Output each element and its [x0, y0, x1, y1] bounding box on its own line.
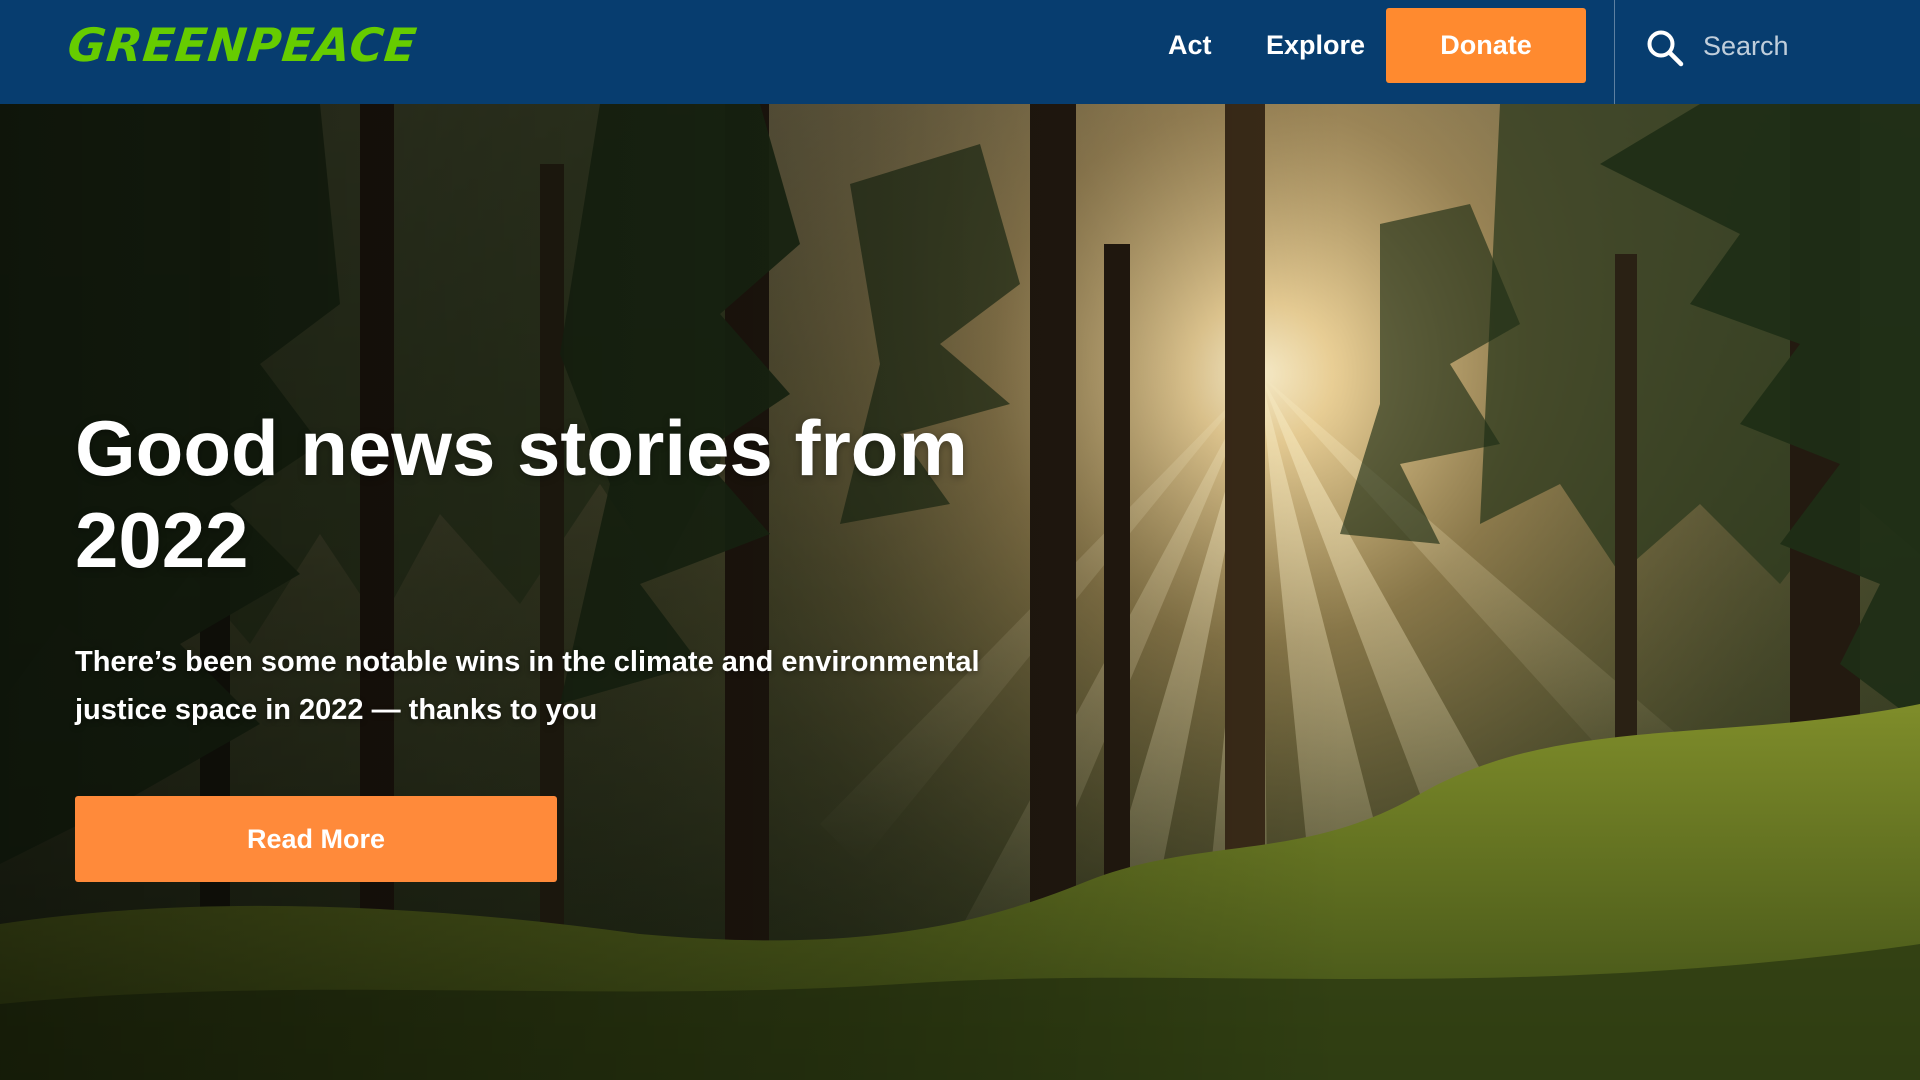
search-box[interactable]: [1615, 0, 1920, 104]
hero-title: Good news stories from 2022: [75, 404, 968, 584]
search-icon[interactable]: [1645, 28, 1685, 68]
nav-act-link[interactable]: Act: [1168, 28, 1212, 62]
nav-explore-link[interactable]: Explore: [1266, 28, 1365, 62]
site-header: GREENPEACE Act Explore Donate: [0, 0, 1920, 104]
read-more-button[interactable]: Read More: [75, 796, 557, 882]
search-input[interactable]: [1701, 26, 1901, 66]
greenpeace-logo[interactable]: GREENPEACE: [65, 18, 420, 72]
hero-banner: Good news stories from 2022 There’s been…: [0, 104, 1920, 1080]
forest-background-image: [0, 104, 1920, 1080]
donate-button[interactable]: Donate: [1386, 8, 1586, 83]
hero-subtitle: There’s been some notable wins in the cl…: [75, 646, 980, 726]
